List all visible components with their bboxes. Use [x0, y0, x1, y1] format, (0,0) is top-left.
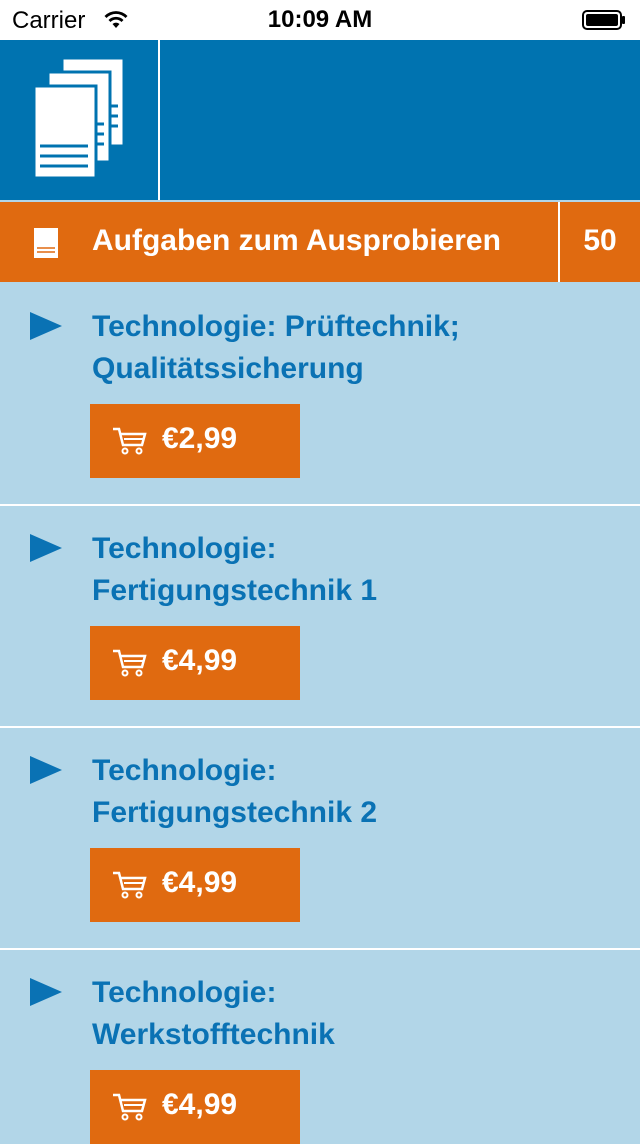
item-title-line: Qualitätssicherung	[92, 352, 364, 385]
item-title-line: Fertigungstechnik 1	[92, 574, 378, 607]
header-divider	[158, 40, 160, 200]
item-title: Technologie: Fertigungstechnik 1	[92, 528, 612, 612]
documents-stack-icon[interactable]	[30, 54, 130, 186]
section-header: Aufgaben zum Ausprobieren 50	[0, 202, 640, 282]
battery-icon	[582, 10, 625, 30]
play-icon	[30, 978, 62, 1006]
item-title-line: Technologie: Prüftechnik;	[92, 310, 460, 343]
item-title: Technologie: Prüftechnik; Qualitätssiche…	[92, 306, 612, 390]
price-label: €2,99	[162, 422, 238, 455]
cart-icon	[113, 871, 147, 899]
app-header	[0, 40, 640, 200]
item-title: Technologie: Werkstofftechnik	[92, 972, 612, 1056]
document-icon	[34, 228, 58, 258]
price-label: €4,99	[162, 644, 238, 677]
list-item[interactable]: Technologie: Werkstofftechnik €4,99	[0, 950, 640, 1144]
clock: 10:09 AM	[267, 6, 373, 33]
section-title: Aufgaben zum Ausprobieren	[92, 224, 501, 257]
play-icon	[30, 312, 62, 340]
play-icon	[30, 534, 62, 562]
buy-button[interactable]: €4,99	[90, 626, 300, 700]
item-title-line: Technologie:	[92, 976, 277, 1009]
list-item[interactable]: Technologie: Fertigungstechnik 2 €4,99	[0, 728, 640, 950]
section-count-badge: 50	[583, 224, 617, 257]
list-item[interactable]: Technologie: Prüftechnik; Qualitätssiche…	[0, 284, 640, 506]
item-title: Technologie: Fertigungstechnik 2	[92, 750, 612, 834]
item-title-line: Technologie:	[92, 754, 277, 787]
cart-icon	[113, 1093, 147, 1121]
buy-button[interactable]: €4,99	[90, 1070, 300, 1144]
item-title-line: Technologie:	[92, 532, 277, 565]
buy-button[interactable]: €4,99	[90, 848, 300, 922]
item-title-line: Werkstofftechnik	[92, 1018, 335, 1051]
price-label: €4,99	[162, 1088, 238, 1121]
buy-button[interactable]: €2,99	[90, 404, 300, 478]
play-icon	[30, 756, 62, 784]
cart-icon	[113, 427, 147, 455]
item-title-line: Fertigungstechnik 2	[92, 796, 378, 829]
status-bar: Carrier 10:09 AM	[0, 0, 640, 40]
list-item[interactable]: Technologie: Fertigungstechnik 1 €4,99	[0, 506, 640, 728]
price-label: €4,99	[162, 866, 238, 899]
cart-icon	[113, 649, 147, 677]
